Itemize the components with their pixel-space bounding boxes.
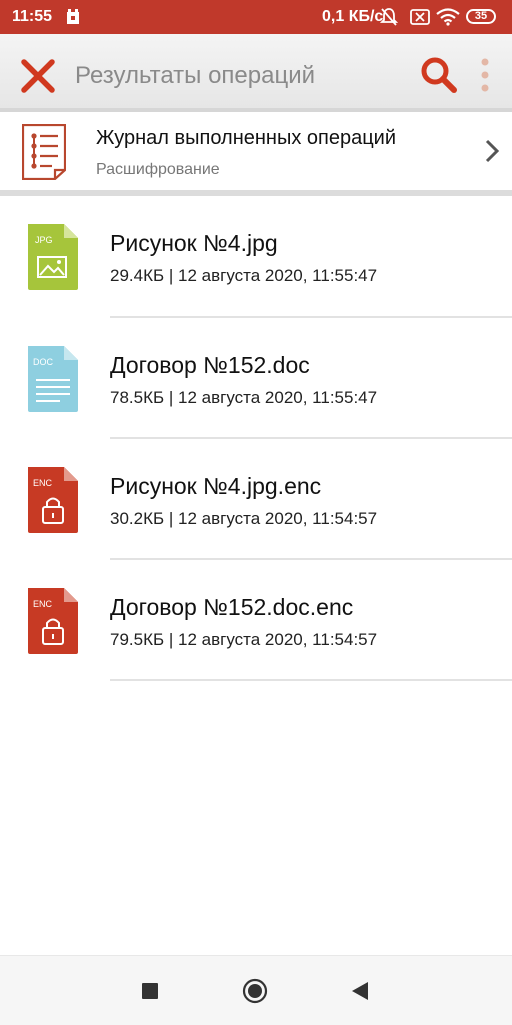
- file-list-item[interactable]: DOC Договор №152.doc 78.5КБ | 12 августа…: [0, 318, 512, 438]
- enc-file-icon: ENC: [28, 467, 78, 533]
- file-name: Договор №152.doc.enc: [110, 594, 354, 620]
- jpg-file-icon: JPG: [28, 224, 78, 290]
- status-time: 11:55: [12, 8, 53, 25]
- more-vert-icon[interactable]: [476, 56, 494, 96]
- journal-list-icon: [22, 124, 66, 180]
- file-name: Договор №152.doc: [110, 352, 310, 378]
- journal-subtitle: Расшифрование: [96, 161, 220, 178]
- svg-text:ENC: ENC: [33, 478, 53, 488]
- network-speed: 0,1 КБ/с: [322, 8, 384, 25]
- app-toolbar: Результаты операций: [0, 34, 512, 112]
- file-meta: 78.5КБ | 12 августа 2020, 11:55:47: [110, 388, 378, 407]
- file-list-item[interactable]: JPG Рисунок №4.jpg 29.4КБ | 12 августа 2…: [0, 196, 512, 316]
- operations-journal-row[interactable]: Журнал выполненных операций Расшифровани…: [0, 112, 512, 192]
- status-bar: 11:55 0,1 КБ/с 35: [0, 0, 512, 34]
- page-title: Результаты операций: [75, 62, 316, 89]
- file-meta: 29.4КБ | 12 августа 2020, 11:55:47: [110, 266, 378, 285]
- close-icon[interactable]: [18, 56, 58, 96]
- svg-text:DOC: DOC: [33, 357, 54, 367]
- file-name: Рисунок №4.jpg.enc: [110, 473, 322, 499]
- search-icon[interactable]: [418, 54, 460, 96]
- recents-square-icon[interactable]: [141, 982, 159, 1000]
- file-list-item[interactable]: ENC Рисунок №4.jpg.enc 30.2КБ | 12 авгус…: [0, 439, 512, 559]
- svg-text:ENC: ENC: [33, 599, 53, 609]
- journal-title: Журнал выполненных операций: [96, 127, 397, 149]
- mute-bell-icon: [380, 8, 398, 26]
- svg-text:JPG: JPG: [35, 235, 53, 245]
- row-divider: [110, 679, 512, 681]
- system-nav-bar: [0, 955, 512, 1025]
- battery-indicator: 35: [466, 9, 496, 24]
- file-list-item[interactable]: ENC Договор №152.doc.enc 79.5КБ | 12 авг…: [0, 560, 512, 680]
- back-triangle-icon[interactable]: [350, 981, 370, 1001]
- doc-file-icon: DOC: [28, 346, 78, 412]
- chevron-right-icon: [485, 139, 500, 163]
- file-meta: 30.2КБ | 12 августа 2020, 11:54:57: [110, 509, 378, 528]
- sim-off-icon: [410, 9, 430, 25]
- home-circle-icon[interactable]: [242, 978, 268, 1004]
- wifi-icon: [436, 8, 460, 26]
- file-meta: 79.5КБ | 12 августа 2020, 11:54:57: [110, 630, 378, 649]
- enc-file-icon: ENC: [28, 588, 78, 654]
- notification-icon: [67, 9, 79, 24]
- file-name: Рисунок №4.jpg: [110, 230, 278, 256]
